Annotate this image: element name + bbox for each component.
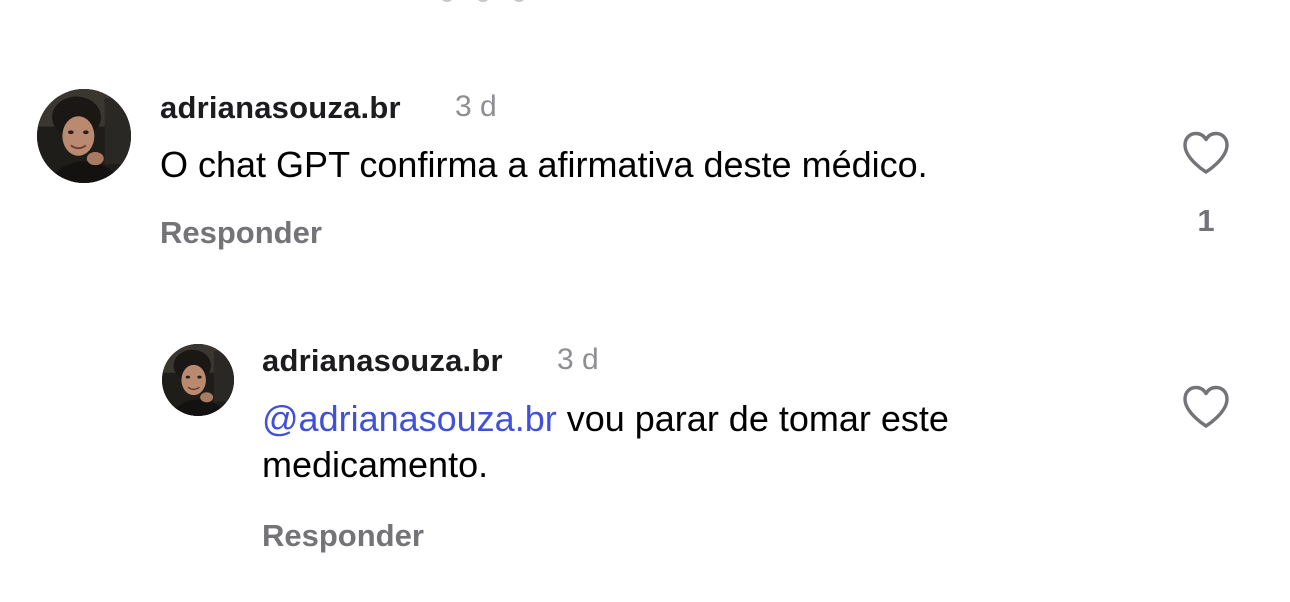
heart-icon[interactable] (1181, 130, 1231, 176)
avatar-photo (37, 89, 131, 183)
reply-button[interactable]: Responder (160, 215, 322, 251)
comment-text: O chat GPT confirma a afirmativa deste m… (160, 144, 928, 185)
comment-username[interactable]: adrianasouza.br (160, 90, 401, 126)
scrolled-off-content (440, 0, 560, 4)
reply-username[interactable]: adrianasouza.br (262, 343, 503, 379)
avatar-photo (162, 344, 234, 416)
heart-icon[interactable] (1181, 384, 1231, 430)
comment-time: 3 d (455, 90, 497, 123)
avatar[interactable] (37, 89, 131, 183)
reply-time: 3 d (557, 343, 599, 376)
reply-text: @adrianasouza.br vou parar de tomar este… (262, 396, 1122, 488)
mention-link[interactable]: @adrianasouza.br (262, 398, 557, 439)
reply-button[interactable]: Responder (262, 518, 424, 554)
avatar[interactable] (162, 344, 234, 416)
like-count[interactable]: 1 (1186, 203, 1226, 239)
